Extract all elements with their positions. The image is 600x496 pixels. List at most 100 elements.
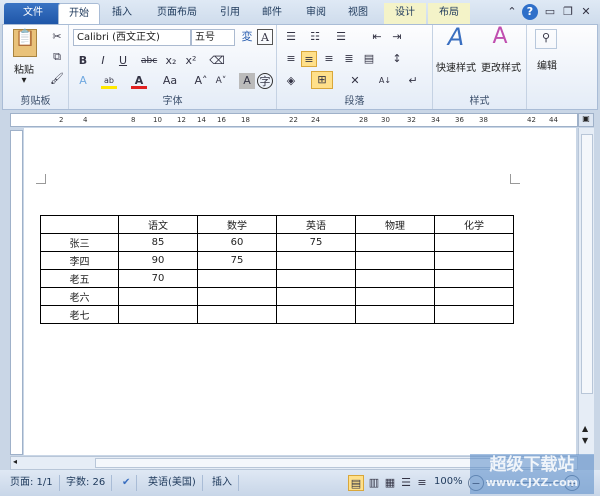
paste-button[interactable]: 粘贴	[9, 61, 39, 76]
view-ruler-icon[interactable]: ▣	[578, 113, 594, 127]
table-cell[interactable]	[276, 305, 356, 324]
tab-insert[interactable]: 插入	[102, 3, 142, 24]
change-styles-icon[interactable]: A	[487, 26, 513, 55]
numbering-icon[interactable]: ☷	[307, 29, 323, 45]
score-table[interactable]: 语文 数学 英语 物理 化学 张三 85 60 75 李四 90 75 老五 70 老六 老七	[40, 215, 514, 324]
superscript-icon[interactable]: x²	[183, 53, 199, 69]
table-cell[interactable]	[40, 215, 119, 234]
zoom-level[interactable]: 100%	[434, 476, 463, 487]
decrease-indent-icon[interactable]: ⇤	[369, 29, 385, 45]
italic-icon[interactable]: I	[95, 53, 111, 69]
strikethrough-icon[interactable]: abc	[141, 53, 157, 69]
table-cell[interactable]: 75	[276, 233, 356, 252]
table-cell[interactable]	[355, 269, 435, 288]
tab-mailings[interactable]: 邮件	[254, 3, 290, 24]
word-count[interactable]: 字数: 26	[60, 475, 113, 491]
help-icon[interactable]: ?	[522, 4, 538, 20]
text-effects-icon[interactable]: A	[75, 73, 91, 89]
minimize-ribbon-icon[interactable]: ⌃	[504, 4, 520, 20]
subscript-icon[interactable]: x₂	[163, 53, 179, 69]
tab-design[interactable]: 设计	[384, 3, 426, 24]
table-cell[interactable]	[355, 251, 435, 270]
tab-home[interactable]: 开始	[58, 3, 100, 24]
table-cell[interactable]: 语文	[118, 215, 198, 234]
clear-formatting-icon[interactable]: ⌫	[209, 53, 225, 69]
align-center-icon[interactable]: ≡	[301, 51, 317, 67]
table-cell[interactable]	[276, 269, 356, 288]
draft-icon[interactable]: ≡	[414, 475, 430, 491]
align-left-icon[interactable]: ≡	[283, 51, 299, 67]
copy-icon[interactable]: ⧉	[49, 49, 65, 65]
table-cell[interactable]: 化学	[434, 215, 514, 234]
justify-icon[interactable]: ≣	[341, 51, 357, 67]
borders-icon[interactable]: ⊞	[311, 71, 333, 89]
grow-font-icon[interactable]: A˄	[193, 73, 209, 89]
distributed-icon[interactable]: ▤	[361, 51, 377, 67]
table-cell[interactable]	[276, 251, 356, 270]
table-cell[interactable]: 70	[118, 269, 198, 288]
cut-icon[interactable]: ✂	[49, 29, 65, 45]
quick-styles-button[interactable]: 快速样式	[433, 59, 479, 74]
tab-layout[interactable]: 布局	[428, 3, 470, 24]
sort-icon[interactable]: A↓	[377, 73, 393, 89]
table-cell[interactable]: 李四	[40, 251, 119, 270]
increase-indent-icon[interactable]: ⇥	[389, 29, 405, 45]
table-cell[interactable]	[434, 233, 514, 252]
vertical-scrollbar[interactable]: ▲ ▼	[578, 128, 594, 455]
phonetic-guide-icon[interactable]: 変	[239, 29, 255, 45]
window-close-icon[interactable]: ✕	[578, 4, 594, 20]
prev-page-icon[interactable]: ▲	[582, 424, 588, 433]
change-styles-button[interactable]: 更改样式	[477, 59, 525, 74]
table-cell[interactable]: 老五	[40, 269, 119, 288]
tab-view[interactable]: 视图	[340, 3, 376, 24]
table-cell[interactable]: 老七	[40, 305, 119, 324]
table-cell[interactable]	[355, 233, 435, 252]
scroll-thumb[interactable]	[581, 134, 593, 394]
table-cell[interactable]: 85	[118, 233, 198, 252]
table-cell[interactable]	[197, 305, 277, 324]
show-marks-icon[interactable]: ↵	[405, 73, 421, 89]
editing-button[interactable]: 编辑	[529, 57, 565, 72]
align-right-icon[interactable]: ≡	[321, 51, 337, 67]
full-screen-reading-icon[interactable]: ▥	[366, 475, 382, 491]
find-icon[interactable]: ⚲	[535, 29, 557, 49]
line-spacing-icon[interactable]: ↕	[389, 51, 405, 67]
print-layout-icon[interactable]: ▤	[348, 475, 364, 491]
table-cell[interactable]: 75	[197, 251, 277, 270]
tab-references[interactable]: 引用	[212, 3, 248, 24]
web-layout-icon[interactable]: ▦	[382, 475, 398, 491]
shrink-font-icon[interactable]: A˅	[213, 73, 229, 89]
table-cell[interactable]: 物理	[355, 215, 435, 234]
quick-styles-icon[interactable]: A	[443, 25, 469, 55]
paste-icon[interactable]: 📋	[13, 29, 37, 57]
proofing-icon[interactable]: ✔	[116, 475, 138, 491]
outline-icon[interactable]: ☰	[398, 475, 414, 491]
table-cell[interactable]: 90	[118, 251, 198, 270]
table-cell[interactable]	[434, 251, 514, 270]
table-cell[interactable]	[434, 269, 514, 288]
scroll-left-icon[interactable]: ◂	[13, 457, 17, 466]
bullets-icon[interactable]: ☰	[283, 29, 299, 45]
tab-review[interactable]: 审阅	[298, 3, 334, 24]
character-border-icon[interactable]: A	[257, 29, 273, 45]
insert-mode[interactable]: 插入	[206, 475, 239, 491]
underline-icon[interactable]: U	[115, 53, 131, 69]
next-page-icon[interactable]: ▼	[582, 436, 588, 445]
table-cell[interactable]	[118, 287, 198, 306]
font-size-select[interactable]: 五号	[191, 29, 235, 46]
table-cell[interactable]: 数学	[197, 215, 277, 234]
character-shading-icon[interactable]: A	[239, 73, 255, 89]
chinese-layout-icon[interactable]: ✕	[347, 73, 363, 89]
window-minimize-icon[interactable]: ▭	[542, 4, 558, 20]
bold-icon[interactable]: B	[75, 53, 91, 69]
table-cell[interactable]	[197, 287, 277, 306]
table-cell[interactable]	[434, 305, 514, 324]
table-cell[interactable]: 英语	[276, 215, 356, 234]
table-cell[interactable]	[355, 287, 435, 306]
table-cell[interactable]: 60	[197, 233, 277, 252]
format-painter-icon[interactable]: 🖌	[49, 71, 65, 87]
enclose-characters-icon[interactable]: 字	[257, 73, 273, 89]
table-cell[interactable]	[197, 269, 277, 288]
window-restore-icon[interactable]: ❐	[560, 4, 576, 20]
table-cell[interactable]: 老六	[40, 287, 119, 306]
